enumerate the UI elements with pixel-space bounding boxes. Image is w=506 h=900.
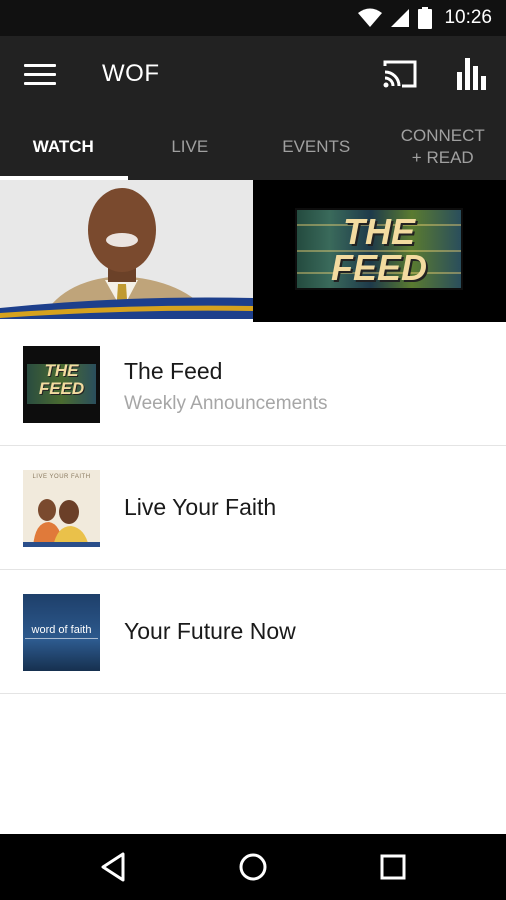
tab-live[interactable]: LIVE [127,114,254,180]
list-item-subtitle: Weekly Announcements [124,393,328,414]
status-time: 10:26 [444,7,492,28]
your-future-now-thumbnail: word of faith [23,594,100,671]
the-feed-thumbnail: THE FEED [23,346,100,423]
list-item[interactable]: THE FEED The Feed Weekly Announcements [0,322,506,446]
bar-chart-icon[interactable] [455,56,491,92]
status-bar: 10:26 [0,0,506,36]
thumb-text: word of faith [31,624,92,636]
tab-bar: WATCH LIVE EVENTS CONNECT + READ [0,114,506,180]
feed-banner: THE FEED [253,180,506,322]
recents-icon[interactable] [376,850,410,884]
tab-events[interactable]: EVENTS [253,114,380,180]
series-list: THE FEED The Feed Weekly Announcements L… [0,322,506,694]
back-icon[interactable] [97,850,131,884]
feed-logo: THE FEED [295,208,463,290]
cast-icon[interactable] [382,58,418,90]
feed-logo-text: THE FEED [330,211,427,288]
list-item[interactable]: word of faith Your Future Now [0,570,506,694]
menu-icon[interactable] [24,64,56,86]
wifi-icon [358,8,383,27]
tab-watch[interactable]: WATCH [0,114,127,180]
list-item[interactable]: LIVE YOUR FAITH Live Your Faith [0,446,506,570]
list-item-title: Live Your Faith [124,494,277,520]
live-your-faith-thumbnail: LIVE YOUR FAITH [23,470,100,547]
thumb-text: THE FEED [38,361,85,398]
list-item-title: The Feed [124,358,223,384]
tab-connect-read[interactable]: CONNECT + READ [380,114,506,180]
cell-signal-icon [391,9,410,27]
status-icons: 10:26 [358,0,492,36]
battery-icon [418,7,433,29]
list-item-title: Your Future Now [124,618,296,644]
hero-banner[interactable]: THE FEED [0,180,506,322]
system-nav-bar [0,834,506,900]
home-icon[interactable] [236,850,270,884]
pastor-photo [0,180,253,322]
app-title: WOF [102,60,160,87]
app-bar: WOF [0,36,506,114]
